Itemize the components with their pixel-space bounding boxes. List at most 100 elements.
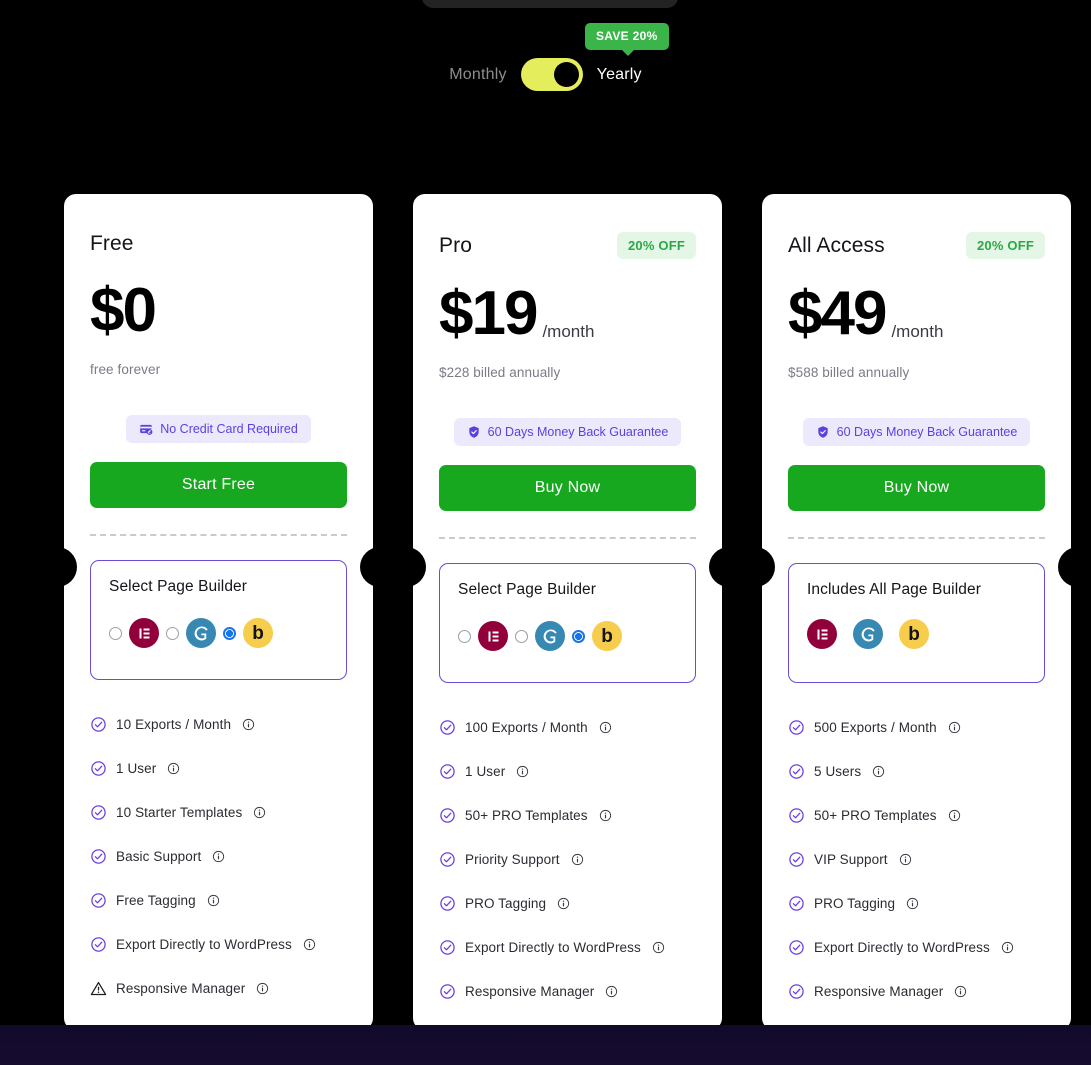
plan-price: $19 bbox=[439, 279, 538, 348]
info-icon[interactable] bbox=[652, 941, 665, 954]
billing-period-toggle[interactable] bbox=[520, 58, 583, 91]
cta-button-start-free[interactable]: Start Free bbox=[90, 462, 347, 508]
beaver-glyph: b bbox=[908, 623, 920, 645]
builder-option-gutenberg[interactable] bbox=[515, 621, 565, 651]
trust-badge-label: 60 Days Money Back Guarantee bbox=[836, 425, 1018, 439]
feature-item: 50+ PRO Templates bbox=[788, 793, 1045, 837]
builder-option-gutenberg[interactable] bbox=[166, 618, 216, 648]
pricing-card-free: Free $0 free forever No Credit Card Requ… bbox=[51, 194, 386, 1030]
card-notch-left bbox=[51, 547, 77, 587]
radio-beaver[interactable] bbox=[572, 629, 585, 643]
feature-list: 10 Exports / Month 1 User 10 Starter Tem… bbox=[90, 702, 347, 1010]
billing-toggle-group: Monthly Yearly bbox=[0, 58, 1091, 91]
cta-button-buy-now-all-access[interactable]: Buy Now bbox=[788, 465, 1045, 511]
feature-item: VIP Support bbox=[788, 837, 1045, 881]
plan-name: Free bbox=[90, 232, 134, 255]
info-icon[interactable] bbox=[954, 985, 967, 998]
feature-label: 5 Users bbox=[814, 763, 862, 779]
info-icon[interactable] bbox=[207, 894, 220, 907]
feature-label: Responsive Manager bbox=[116, 980, 246, 996]
check-circle-icon bbox=[789, 939, 804, 955]
feature-label: Export Directly to WordPress bbox=[814, 939, 990, 955]
info-icon[interactable] bbox=[516, 765, 529, 778]
credit-card-off-icon bbox=[140, 424, 153, 435]
card-notch-left bbox=[400, 547, 426, 587]
billing-monthly-label[interactable]: Monthly bbox=[449, 66, 506, 84]
plan-price: $0 bbox=[90, 276, 157, 345]
builder-option-beaver[interactable]: b bbox=[572, 621, 622, 651]
info-icon[interactable] bbox=[599, 809, 612, 822]
info-icon[interactable] bbox=[167, 762, 180, 775]
check-circle-icon bbox=[789, 983, 804, 999]
feature-label: 1 User bbox=[116, 760, 157, 776]
info-icon[interactable] bbox=[899, 853, 912, 866]
info-icon[interactable] bbox=[557, 897, 570, 910]
info-icon[interactable] bbox=[1001, 941, 1014, 954]
feature-label: 10 Starter Templates bbox=[116, 804, 243, 820]
builder-option-elementor[interactable] bbox=[109, 618, 159, 648]
info-icon[interactable] bbox=[212, 850, 225, 863]
info-icon[interactable] bbox=[872, 765, 885, 778]
radio-gutenberg[interactable] bbox=[166, 626, 179, 640]
feature-label: Responsive Manager bbox=[465, 983, 595, 999]
info-icon[interactable] bbox=[256, 982, 269, 995]
radio-beaver[interactable] bbox=[223, 626, 236, 640]
card-header: Pro 20% OFF bbox=[439, 194, 696, 259]
info-icon[interactable] bbox=[948, 809, 961, 822]
check-circle-icon bbox=[789, 763, 804, 779]
check-circle-icon bbox=[440, 895, 455, 911]
billing-yearly-label[interactable]: Yearly bbox=[597, 66, 642, 84]
check-circle-icon bbox=[440, 983, 455, 999]
cta-button-buy-now-pro[interactable]: Buy Now bbox=[439, 465, 696, 511]
feature-list: 500 Exports / Month 5 Users 50+ PRO Temp… bbox=[788, 705, 1045, 1013]
check-circle-icon bbox=[440, 939, 455, 955]
feature-item: Responsive Manager bbox=[788, 969, 1045, 1013]
card-divider bbox=[788, 537, 1045, 539]
feature-label: Export Directly to WordPress bbox=[116, 936, 292, 952]
price-row: $0 bbox=[90, 280, 347, 342]
check-circle-icon bbox=[91, 716, 106, 732]
card-notch-left bbox=[749, 547, 775, 587]
page-builder-included-list: Includes All Page Builder b bbox=[788, 563, 1045, 683]
card-divider bbox=[439, 537, 696, 539]
info-icon[interactable] bbox=[605, 985, 618, 998]
info-icon[interactable] bbox=[948, 721, 961, 734]
check-circle-icon bbox=[91, 804, 106, 820]
gutenberg-icon[interactable] bbox=[535, 621, 565, 651]
builder-option-elementor[interactable] bbox=[458, 621, 508, 651]
radio-gutenberg[interactable] bbox=[515, 629, 528, 643]
info-icon[interactable] bbox=[253, 806, 266, 819]
feature-item: Export Directly to WordPress bbox=[788, 925, 1045, 969]
feature-label: 50+ PRO Templates bbox=[814, 807, 937, 823]
info-icon[interactable] bbox=[906, 897, 919, 910]
feature-item: Responsive Manager bbox=[439, 969, 696, 1013]
check-circle-icon bbox=[91, 760, 106, 776]
check-circle-icon bbox=[789, 851, 804, 867]
radio-elementor[interactable] bbox=[109, 626, 122, 640]
check-circle-icon bbox=[91, 936, 106, 952]
elementor-icon[interactable] bbox=[129, 618, 159, 648]
feature-item: Free Tagging bbox=[90, 878, 347, 922]
card-header: All Access 20% OFF bbox=[788, 194, 1045, 259]
feature-label: 50+ PRO Templates bbox=[465, 807, 588, 823]
feature-label: 100 Exports / Month bbox=[465, 719, 588, 735]
builder-option-beaver[interactable]: b bbox=[223, 618, 273, 648]
radio-elementor[interactable] bbox=[458, 629, 471, 643]
elementor-icon[interactable] bbox=[478, 621, 508, 651]
warning-triangle-icon bbox=[90, 981, 107, 995]
discount-badge: 20% OFF bbox=[965, 232, 1045, 259]
builder-icons: b bbox=[807, 619, 1026, 649]
info-icon[interactable] bbox=[303, 938, 316, 951]
feature-label: VIP Support bbox=[814, 851, 888, 867]
pricing-card-all-access: All Access 20% OFF $49 /month $588 bille… bbox=[749, 194, 1084, 1030]
info-icon[interactable] bbox=[599, 721, 612, 734]
info-icon[interactable] bbox=[242, 718, 255, 731]
info-icon[interactable] bbox=[571, 853, 584, 866]
shield-check-icon bbox=[818, 426, 828, 438]
beaver-builder-icon[interactable]: b bbox=[243, 618, 273, 648]
feature-label: Export Directly to WordPress bbox=[465, 939, 641, 955]
beaver-builder-icon[interactable]: b bbox=[592, 621, 622, 651]
elementor-icon bbox=[807, 619, 837, 649]
gutenberg-icon[interactable] bbox=[186, 618, 216, 648]
top-partial-pill bbox=[422, 0, 678, 8]
